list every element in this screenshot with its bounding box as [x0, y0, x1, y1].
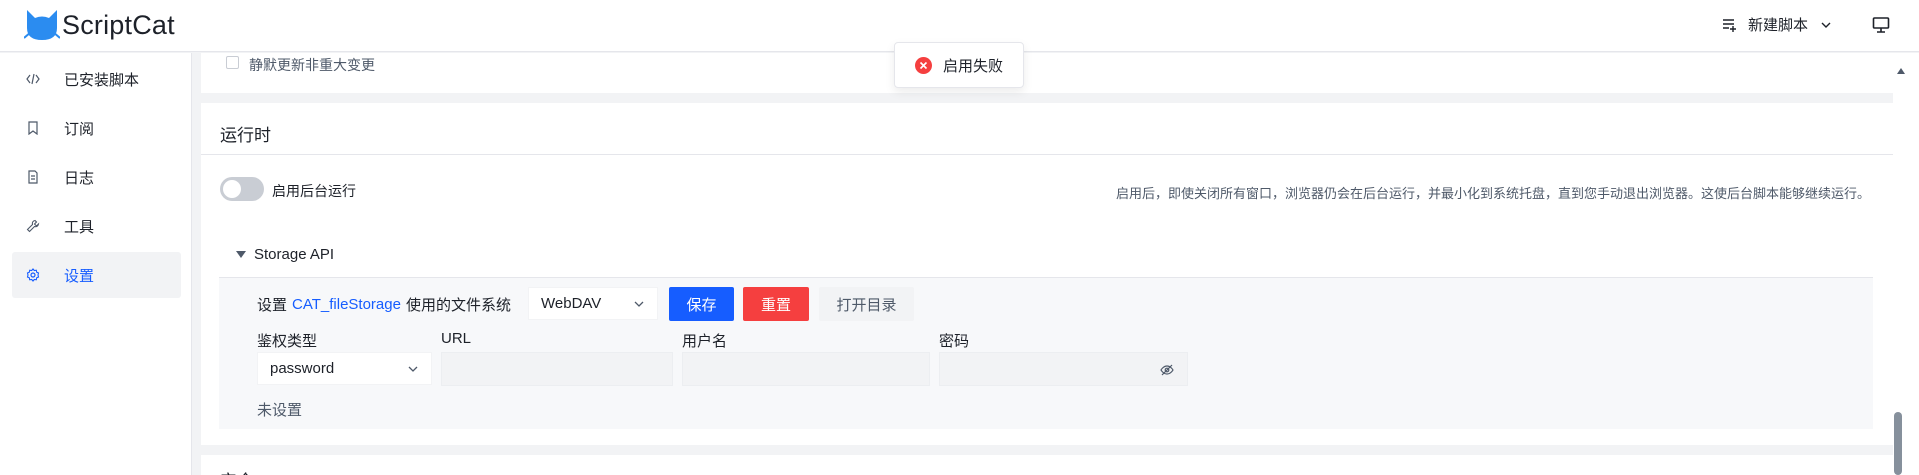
storage-status-text: 未设置: [257, 402, 303, 419]
new-script-label: 新建脚本: [1748, 17, 1809, 34]
update-settings-card: 静默更新非重大变更: [201, 53, 1893, 93]
chevron-down-icon: [1821, 22, 1831, 28]
toast-message: 启用失败: [943, 57, 1004, 75]
silent-update-label: 静默更新非重大变更: [249, 57, 375, 73]
list-plus-icon: [1723, 18, 1736, 32]
auth-type-select[interactable]: password: [257, 352, 432, 385]
sidebar-item-label: 订阅: [64, 120, 95, 138]
divider: [201, 154, 1893, 155]
bookmark-icon: [28, 121, 38, 135]
wrench-icon: [26, 219, 40, 233]
filesystem-setting-row: 设置 CAT_fileStorage 使用的文件系统: [257, 287, 511, 321]
cat-filestorage-link[interactable]: CAT_fileStorage: [292, 296, 401, 313]
eye-off-icon[interactable]: [1160, 363, 1174, 377]
url-input[interactable]: [442, 353, 672, 385]
sidebar-item-logs[interactable]: 日志: [12, 154, 181, 200]
runtime-title: 运行时: [220, 126, 271, 145]
security-card: 安全: [201, 455, 1893, 475]
url-label: URL: [441, 330, 472, 347]
url-field[interactable]: [441, 352, 673, 386]
sidebar: 已安装脚本 订阅 日志 工具 设置: [0, 53, 192, 475]
monitor-icon[interactable]: [1872, 16, 1890, 34]
sidebar-item-label: 设置: [64, 267, 95, 285]
sidebar-item-label: 日志: [64, 169, 95, 187]
new-script-dropdown[interactable]: 新建脚本: [1722, 14, 1832, 35]
gear-icon: [26, 268, 40, 282]
sidebar-item-tools[interactable]: 工具: [12, 203, 181, 249]
sidebar-item-installed-scripts[interactable]: 已安装脚本: [12, 56, 181, 102]
save-button[interactable]: 保存: [669, 287, 734, 321]
auth-type-label: 鉴权类型: [257, 333, 318, 350]
storage-api-collapse-header[interactable]: Storage API: [236, 246, 334, 263]
background-run-description: 启用后，即使关闭所有窗口，浏览器仍会在后台运行，并最小化到系统托盘，直到您手动退…: [1115, 186, 1870, 201]
username-input[interactable]: [683, 353, 929, 385]
sidebar-item-label: 工具: [64, 218, 95, 236]
cat-logo-icon: [24, 10, 60, 40]
sidebar-item-settings[interactable]: 设置: [12, 252, 181, 298]
background-run-toggle[interactable]: [220, 177, 264, 201]
app-name: ScriptCat: [62, 9, 175, 40]
username-field[interactable]: [682, 352, 930, 386]
scrollbar-thumb[interactable]: [1894, 412, 1902, 475]
background-run-label: 启用后台运行: [272, 183, 356, 199]
caret-down-icon: [236, 251, 246, 258]
error-circle-icon: [915, 56, 932, 74]
chevron-down-icon: [634, 301, 644, 307]
set-prefix: 设置: [257, 296, 288, 314]
password-input[interactable]: [940, 353, 1187, 385]
storage-api-title: Storage API: [254, 246, 335, 263]
file-icon: [28, 170, 38, 184]
filesystem-select[interactable]: WebDAV: [528, 287, 658, 320]
code-icon: [26, 73, 40, 85]
open-directory-button[interactable]: 打开目录: [819, 287, 914, 321]
username-label: 用户名: [682, 333, 728, 350]
reset-button[interactable]: 重置: [743, 287, 809, 321]
password-field[interactable]: [939, 352, 1188, 386]
set-suffix: 使用的文件系统: [405, 296, 511, 314]
auth-type-value: password: [270, 360, 335, 377]
sidebar-item-subscriptions[interactable]: 订阅: [12, 105, 181, 151]
chevron-down-icon: [408, 366, 418, 372]
password-label: 密码: [939, 333, 970, 350]
security-title: 安全: [220, 467, 254, 475]
sidebar-item-label: 已安装脚本: [64, 71, 140, 89]
filesystem-value: WebDAV: [541, 295, 602, 312]
silent-update-checkbox[interactable]: [226, 56, 239, 69]
scroll-up-arrow-icon[interactable]: [1897, 68, 1905, 74]
app-logo[interactable]: ScriptCat: [24, 8, 175, 42]
error-toast: 启用失败: [894, 42, 1024, 88]
